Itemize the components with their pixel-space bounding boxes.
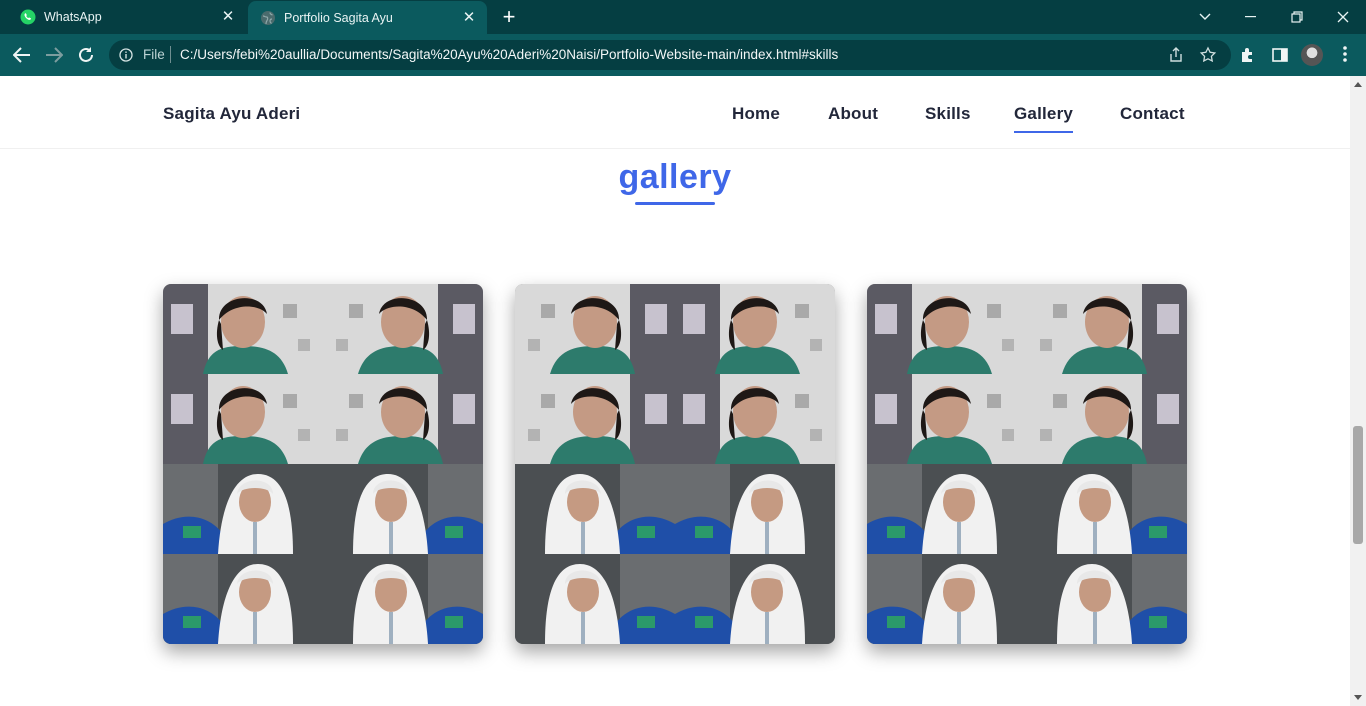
- tab-strip: WhatsApp ✕ Portfolio Sagita Ayu ✕ +: [0, 0, 1366, 35]
- gallery-photo: [675, 284, 835, 374]
- gallery-card[interactable]: [515, 284, 835, 644]
- gallery-photo: [675, 554, 835, 644]
- forward-button[interactable]: [42, 43, 66, 67]
- globe-icon: [261, 11, 275, 25]
- gallery-photo: [1027, 374, 1187, 464]
- gallery-photo: [323, 554, 483, 644]
- arrow-right-icon: [46, 47, 63, 63]
- tab-whatsapp[interactable]: WhatsApp ✕: [0, 0, 246, 34]
- gallery-photo: [515, 554, 675, 644]
- heading-underline: [635, 202, 715, 205]
- restore-button[interactable]: [1274, 0, 1320, 34]
- gallery-photo: [675, 464, 835, 554]
- gallery-photo: [163, 374, 323, 464]
- nav-contact[interactable]: Contact: [1120, 104, 1185, 124]
- chevron-down-icon: [1199, 13, 1211, 20]
- gallery-photo: [1027, 464, 1187, 554]
- photo-collage-green: [515, 284, 835, 464]
- extensions-puzzle-icon[interactable]: [1238, 45, 1258, 65]
- site-brand[interactable]: Sagita Ayu Aderi: [163, 104, 300, 124]
- web-page: Sagita Ayu Aderi Home About Skills Galle…: [0, 76, 1350, 706]
- nav-about[interactable]: About: [828, 104, 878, 124]
- gallery-photo: [323, 374, 483, 464]
- photo-collage-green: [867, 284, 1187, 464]
- site-navbar: Sagita Ayu Aderi Home About Skills Galle…: [0, 76, 1350, 149]
- gallery-photo: [1027, 554, 1187, 644]
- gallery-photo: [163, 464, 323, 554]
- nav-gallery[interactable]: Gallery: [1014, 104, 1074, 133]
- page-scrollbar[interactable]: [1350, 76, 1366, 706]
- close-icon: [1337, 11, 1349, 23]
- nav-skills[interactable]: Skills: [925, 104, 971, 124]
- minimize-button[interactable]: [1228, 0, 1274, 34]
- scroll-down-arrow[interactable]: [1354, 695, 1362, 700]
- gallery-photo: [675, 374, 835, 464]
- reload-icon: [79, 47, 93, 62]
- gallery-photo: [867, 464, 1027, 554]
- gallery-card[interactable]: [163, 284, 483, 644]
- back-button[interactable]: [10, 43, 34, 67]
- gallery-card[interactable]: [867, 284, 1187, 644]
- photo-collage-hijab: [867, 464, 1187, 644]
- tab-search-button[interactable]: [1182, 0, 1228, 34]
- restore-icon: [1291, 11, 1303, 23]
- gallery-photo: [163, 554, 323, 644]
- scroll-up-arrow[interactable]: [1354, 82, 1362, 87]
- gallery-photo: [515, 464, 675, 554]
- photo-collage-green: [163, 284, 483, 464]
- new-tab-button[interactable]: +: [498, 6, 520, 29]
- photo-collage-hijab: [163, 464, 483, 644]
- more-menu-icon[interactable]: [1342, 44, 1348, 64]
- bookmark-star-icon[interactable]: [1199, 46, 1217, 64]
- scheme-label: File: [143, 47, 165, 62]
- gallery-photo: [515, 284, 675, 374]
- reload-button[interactable]: [74, 43, 98, 67]
- gallery-heading: gallery: [618, 158, 732, 196]
- tab-portfolio[interactable]: Portfolio Sagita Ayu ✕: [248, 1, 487, 35]
- gallery-photo: [867, 284, 1027, 374]
- minimize-icon: [1245, 16, 1256, 18]
- close-tab-icon[interactable]: ✕: [461, 10, 477, 26]
- scroll-thumb[interactable]: [1353, 426, 1363, 544]
- whatsapp-icon: [20, 9, 36, 25]
- tab-title: WhatsApp: [44, 10, 102, 24]
- share-icon[interactable]: [1167, 46, 1185, 64]
- photo-collage-hijab: [515, 464, 835, 644]
- gallery-photo: [323, 464, 483, 554]
- nav-home[interactable]: Home: [732, 104, 780, 124]
- close-tab-icon[interactable]: ✕: [220, 9, 236, 25]
- gallery-photo: [515, 374, 675, 464]
- arrow-left-icon: [13, 47, 30, 63]
- gallery-photo: [867, 374, 1027, 464]
- gallery-photo: [867, 554, 1027, 644]
- close-window-button[interactable]: [1320, 0, 1366, 34]
- side-panel-icon[interactable]: [1270, 45, 1290, 65]
- gallery-photo: [1027, 284, 1187, 374]
- url-text[interactable]: C:/Users/febi%20aullia/Documents/Sagita%…: [180, 47, 838, 62]
- gallery-photo: [323, 284, 483, 374]
- profile-avatar[interactable]: [1301, 44, 1323, 66]
- gallery-photo: [163, 284, 323, 374]
- address-separator: [170, 46, 171, 63]
- tab-title: Portfolio Sagita Ayu: [284, 11, 393, 25]
- info-icon[interactable]: [119, 48, 133, 62]
